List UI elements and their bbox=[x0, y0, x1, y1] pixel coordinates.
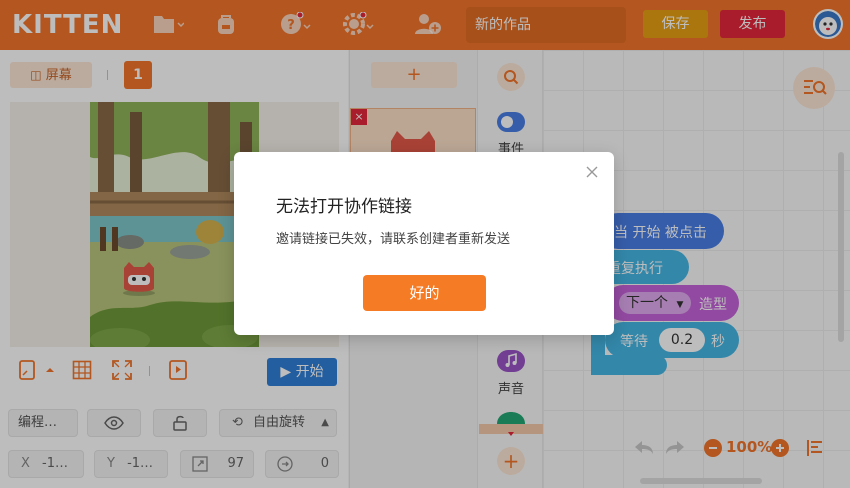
ok-button[interactable]: 好的 bbox=[363, 275, 486, 311]
dialog-message: 邀请链接已失效，请联系创建者重新发送 bbox=[276, 232, 511, 247]
dialog-title: 无法打开协作链接 bbox=[276, 197, 412, 217]
collab-link-error-dialog: 无法打开协作链接 邀请链接已失效，请联系创建者重新发送 好的 bbox=[234, 152, 614, 335]
close-icon[interactable] bbox=[584, 164, 600, 180]
